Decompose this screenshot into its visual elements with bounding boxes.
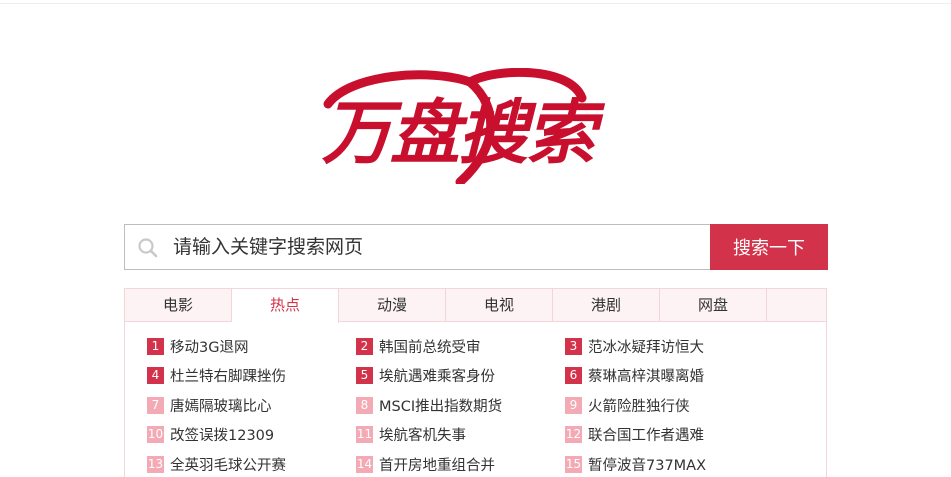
list-item[interactable]: 11 埃航客机失事 <box>356 424 466 444</box>
list-item-text: 韩国前总统受审 <box>379 339 481 356</box>
list-item-text: 全英羽毛球公开赛 <box>170 457 286 474</box>
rank-badge: 1 <box>147 337 164 355</box>
tab-tv[interactable]: 电视 <box>446 289 553 322</box>
list-item[interactable]: 3 范冰冰疑拜访恒大 <box>565 336 704 356</box>
rank-badge: 5 <box>356 366 373 384</box>
list-item[interactable]: 8 MSCI推出指数期货 <box>356 395 502 415</box>
rank-badge: 10 <box>147 425 164 443</box>
logo: 万盘搜索 <box>320 68 632 184</box>
logo-text: 万盘搜索 <box>322 92 596 174</box>
list-item-text: 火箭险胜独行侠 <box>588 398 690 415</box>
list-item[interactable]: 4 杜兰特右脚踝挫伤 <box>147 365 286 385</box>
rank-badge: 9 <box>565 396 582 414</box>
search-input[interactable] <box>173 225 703 269</box>
list-item-text: 蔡琳高梓淇曝离婚 <box>588 368 704 385</box>
rank-badge: 6 <box>565 366 582 384</box>
tab-hk-drama[interactable]: 港剧 <box>553 289 660 322</box>
search-input-wrapper <box>124 224 710 270</box>
list-item[interactable]: 6 蔡琳高梓淇曝离婚 <box>565 365 704 385</box>
list-item-text: 移动3G退网 <box>170 339 249 356</box>
rank-badge: 15 <box>565 455 582 473</box>
rank-badge: 13 <box>147 455 164 473</box>
list-item[interactable]: 13 全英羽毛球公开赛 <box>147 454 286 474</box>
list-item-text: 范冰冰疑拜访恒大 <box>588 339 704 356</box>
list-item-text: 暂停波音737MAX <box>588 457 707 474</box>
tab-anime[interactable]: 动漫 <box>339 289 446 322</box>
top-divider <box>0 3 951 4</box>
rank-badge: 7 <box>147 396 164 414</box>
rank-badge: 3 <box>565 337 582 355</box>
search-icon <box>137 237 159 259</box>
list-item-text: 埃航遇难乘客身份 <box>379 368 495 385</box>
list-item[interactable]: 9 火箭险胜独行侠 <box>565 395 690 415</box>
list-item-text: 首开房地重组合并 <box>379 457 495 474</box>
list-item[interactable]: 2 韩国前总统受审 <box>356 336 481 356</box>
list-item-text: 联合国工作者遇难 <box>588 427 704 444</box>
rank-badge: 2 <box>356 337 373 355</box>
list-item-text: MSCI推出指数期货 <box>379 398 503 415</box>
list-item[interactable]: 15 暂停波音737MAX <box>565 454 706 474</box>
list-item[interactable]: 1 移动3G退网 <box>147 336 248 356</box>
list-item[interactable]: 10 改签误拨12309 <box>147 424 274 444</box>
search-button[interactable]: 搜索一下 <box>710 224 828 270</box>
list-item-text: 唐嫣隔玻璃比心 <box>170 398 272 415</box>
list-item-text: 埃航客机失事 <box>379 427 466 444</box>
list-item-text: 杜兰特右脚踝挫伤 <box>170 368 286 385</box>
hot-panel: 电影 热点 动漫 电视 港剧 网盘 1 移动3G退网 2 韩国前总统受审 3 范… <box>124 288 827 477</box>
tab-hot[interactable]: 热点 <box>232 289 339 323</box>
list-item[interactable]: 5 埃航遇难乘客身份 <box>356 365 495 385</box>
tab-movies[interactable]: 电影 <box>125 289 232 322</box>
list-item[interactable]: 12 联合国工作者遇难 <box>565 424 704 444</box>
rank-badge: 8 <box>356 396 373 414</box>
rank-badge: 11 <box>356 425 373 443</box>
list-item[interactable]: 7 唐嫣隔玻璃比心 <box>147 395 272 415</box>
tab-netdisk[interactable]: 网盘 <box>660 289 767 322</box>
category-tabs: 电影 热点 动漫 电视 港剧 网盘 <box>125 289 826 323</box>
rank-badge: 12 <box>565 425 582 443</box>
rank-badge: 14 <box>356 455 373 473</box>
rank-badge: 4 <box>147 366 164 384</box>
tab-spacer <box>767 289 826 321</box>
search-bar: 搜索一下 <box>124 224 828 270</box>
list-item[interactable]: 14 首开房地重组合并 <box>356 454 495 474</box>
list-item-text: 改签误拨12309 <box>170 427 275 444</box>
